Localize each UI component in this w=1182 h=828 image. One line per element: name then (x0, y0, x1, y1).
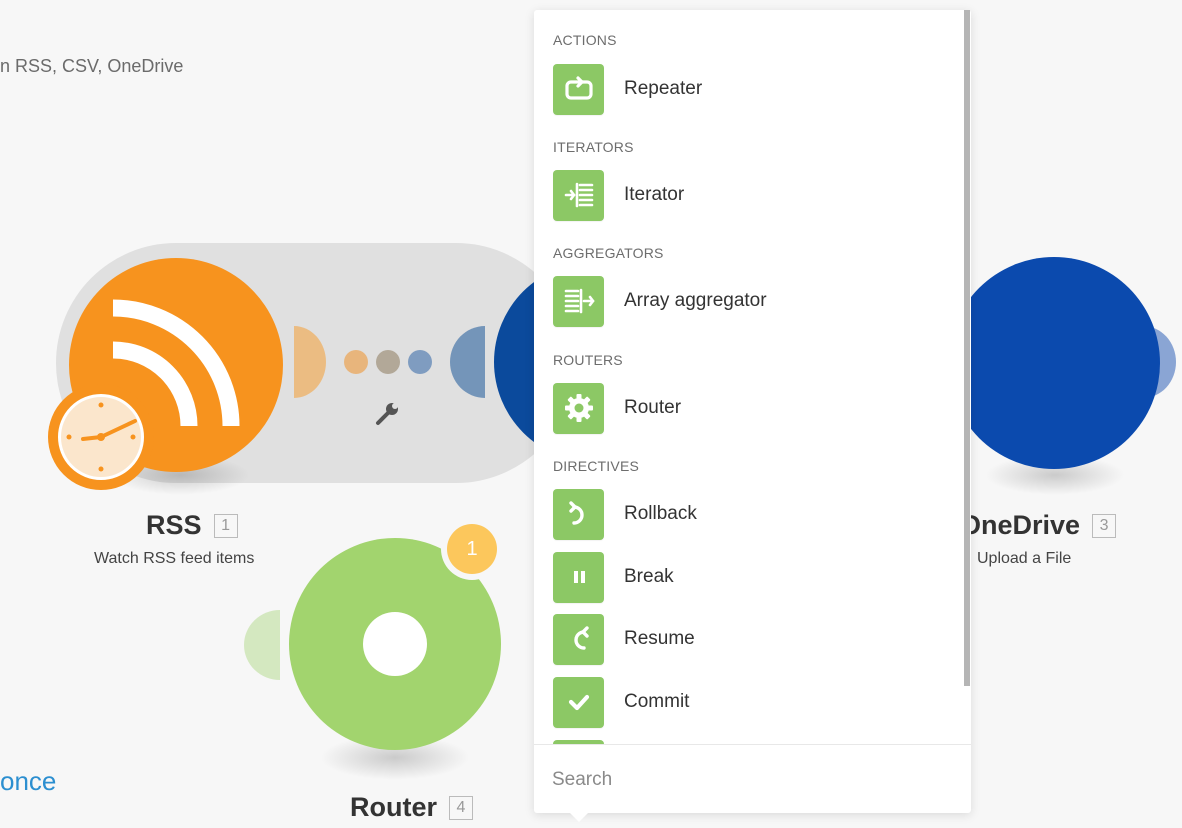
section-routers-label: ROUTERS (553, 352, 623, 368)
resume-icon (553, 613, 604, 665)
menu-item-array-aggregator[interactable]: Array aggregator (553, 275, 953, 327)
rollback-icon (553, 488, 604, 540)
menu-item-label: Commit (624, 691, 690, 712)
menu-scrollbar[interactable] (964, 10, 970, 686)
router-title: Router (350, 792, 437, 822)
section-actions-label: ACTIONS (553, 32, 617, 48)
module-picker-panel: ACTIONS Repeater ITERATORS Iterator AGGR… (534, 10, 971, 813)
aggregator-icon (553, 275, 604, 327)
section-directives-label: DIRECTIVES (553, 458, 640, 474)
link-dot-3 (408, 350, 432, 374)
repeat-icon (553, 63, 604, 115)
pause-icon (553, 551, 604, 603)
search-divider (534, 744, 971, 745)
section-iterators-label: ITERATORS (553, 139, 634, 155)
menu-item-label: Array aggregator (624, 290, 767, 311)
link-dot-2 (376, 350, 400, 374)
menu-item-rollback[interactable]: Rollback (553, 488, 953, 540)
rss-title-row: RSS 1 (146, 510, 326, 541)
wrench-icon[interactable] (373, 398, 403, 428)
menu-item-commit[interactable]: Commit (553, 676, 953, 728)
router-title-row: Router 4 (350, 792, 473, 823)
menu-item-label: Break (624, 566, 674, 587)
router-badge[interactable]: 1 (447, 524, 497, 574)
onedrive-subtitle: Upload a File (977, 550, 1072, 567)
menu-item-router[interactable]: Router (553, 382, 953, 434)
router-module-number: 4 (449, 795, 473, 820)
menu-item-repeater[interactable]: Repeater (553, 63, 953, 115)
onedrive-title-row: OneDrive 3 (960, 510, 1117, 541)
scenario-modules-subtitle: n RSS, CSV, OneDrive (0, 56, 184, 76)
link-dot-1 (344, 350, 368, 374)
rss-title: RSS (146, 510, 202, 540)
router-hole (363, 612, 427, 676)
menu-item-label: Repeater (624, 78, 703, 99)
rss-module-number: 1 (213, 513, 238, 538)
module-picker-list[interactable]: ACTIONS Repeater ITERATORS Iterator AGGR… (534, 10, 965, 744)
section-aggregators-label: AGGREGATORS (553, 245, 664, 261)
onedrive-module-number: 3 (1092, 513, 1117, 538)
rss-subtitle: Watch RSS feed items (94, 550, 255, 567)
clock-icon (58, 394, 144, 480)
menu-item-label: Router (624, 397, 682, 418)
iterator-icon (553, 169, 604, 221)
check-icon (553, 676, 604, 728)
menu-item-label: Resume (624, 628, 695, 649)
gear-icon (553, 382, 604, 434)
menu-item-label: Iterator (624, 184, 685, 205)
menu-item-label: Rollback (624, 503, 697, 524)
onedrive-title: OneDrive (960, 510, 1081, 540)
onedrive-module[interactable] (948, 257, 1160, 469)
panel-pointer-caret (567, 810, 591, 822)
menu-item-break[interactable]: Break (553, 551, 953, 603)
menu-item-resume[interactable]: Resume (553, 613, 953, 665)
module-search-input[interactable] (552, 760, 952, 800)
menu-item-iterator[interactable]: Iterator (553, 169, 953, 221)
run-once-link[interactable]: once (0, 766, 56, 797)
